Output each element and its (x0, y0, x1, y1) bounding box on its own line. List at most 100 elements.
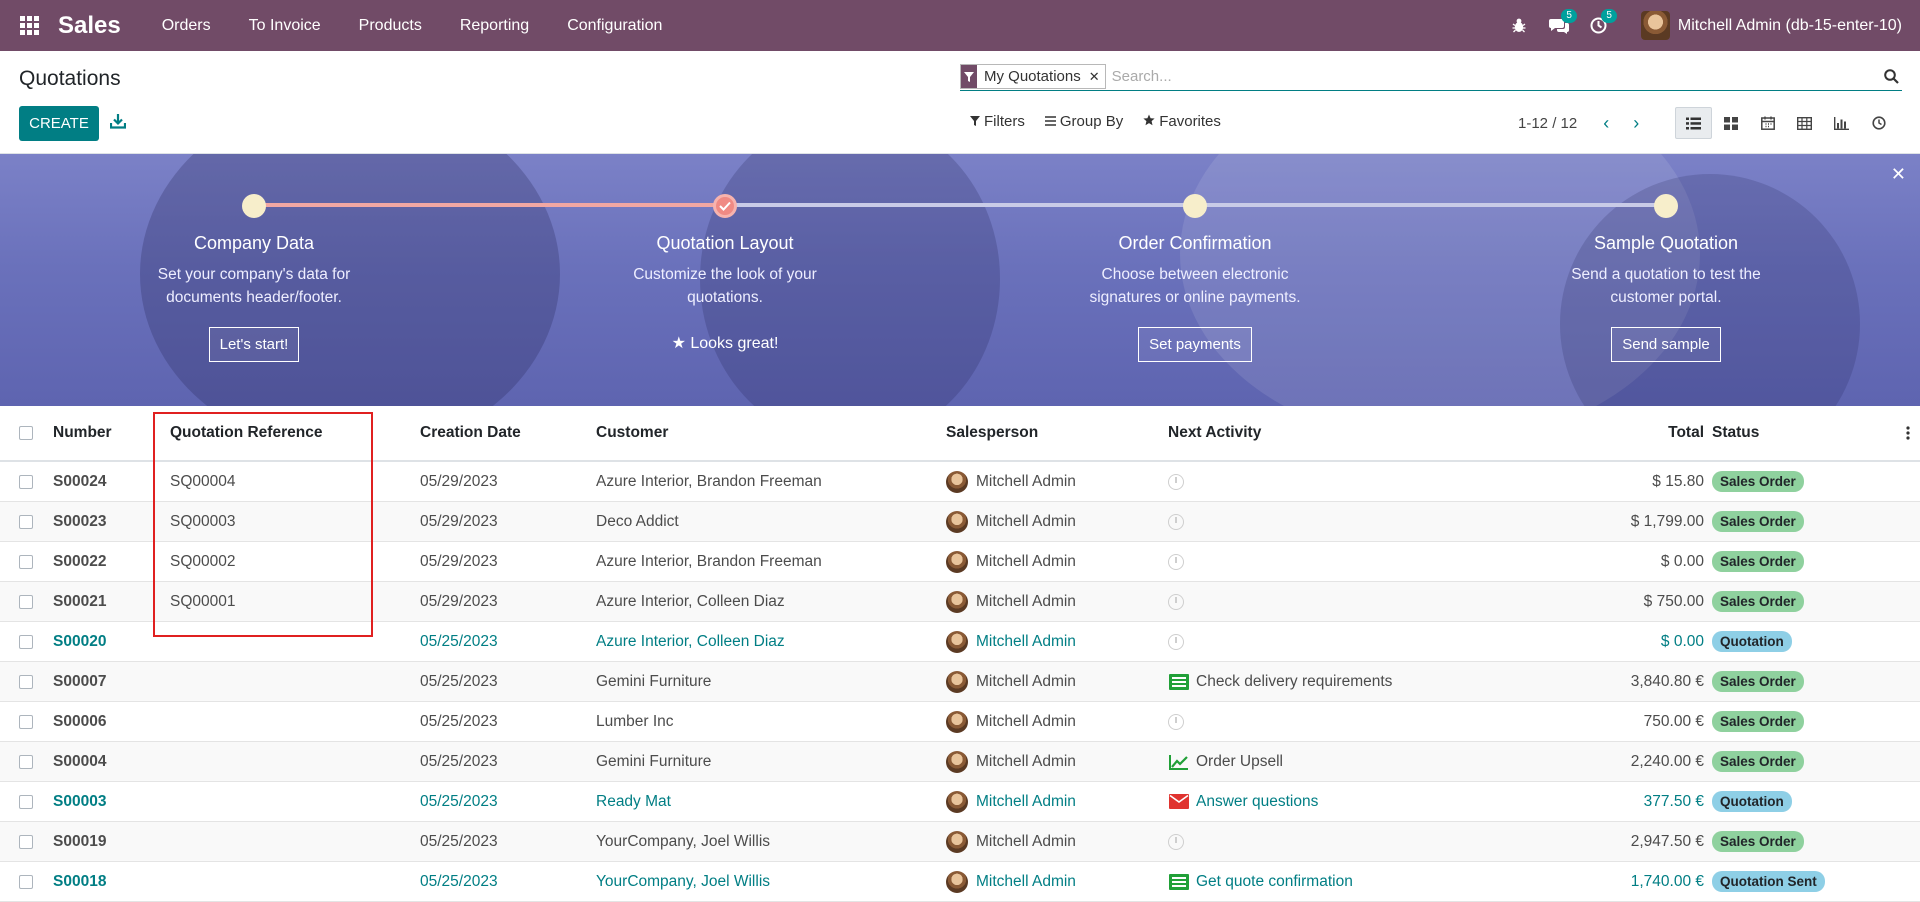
cell-total[interactable]: $ 0.00 (1661, 542, 1704, 581)
search-icon[interactable] (1880, 66, 1902, 88)
row-checkbox[interactable] (19, 782, 33, 821)
cell-total[interactable]: 2,240.00 € (1631, 742, 1704, 781)
table-row[interactable]: S00019 05/25/2023 YourCompany, Joel Willis… (0, 822, 1920, 862)
apps-menu-icon[interactable] (0, 0, 58, 51)
activity-chart-icon[interactable] (1168, 753, 1190, 771)
cell-salesperson[interactable]: Mitchell Admin (946, 782, 1076, 821)
cell-total[interactable]: 377.50 € (1644, 782, 1704, 821)
activity-clock-icon[interactable] (1168, 833, 1184, 850)
cell-creation-date[interactable]: 05/25/2023 (420, 702, 498, 741)
cell-next-activity[interactable] (1168, 542, 1184, 581)
cell-number[interactable]: S00003 (53, 782, 106, 821)
messages-icon[interactable]: 5 (1539, 0, 1579, 51)
activity-clock-icon[interactable] (1168, 593, 1184, 610)
activity-clock-icon[interactable] (1168, 473, 1184, 490)
app-brand[interactable]: Sales (58, 12, 121, 40)
header-next-activity[interactable]: Next Activity (1168, 406, 1261, 460)
cell-next-activity[interactable] (1168, 462, 1184, 501)
cell-status[interactable]: Sales Order (1712, 702, 1804, 741)
header-salesperson[interactable]: Salesperson (946, 406, 1038, 460)
cell-status[interactable]: Sales Order (1712, 742, 1804, 781)
cell-next-activity[interactable] (1168, 502, 1184, 541)
set-payments-button[interactable]: Set payments (1138, 327, 1252, 362)
groupby-dropdown[interactable]: Group By (1044, 113, 1123, 130)
table-row[interactable]: S00024 SQ00004 05/29/2023 Azure Interior, B… (0, 462, 1920, 502)
cell-next-activity[interactable]: Get quote confirmation (1168, 862, 1353, 901)
cell-customer[interactable]: Azure Interior, Colleen Diaz (596, 622, 785, 661)
cell-status[interactable]: Sales Order (1712, 582, 1804, 621)
cell-next-activity[interactable]: Answer questions (1168, 782, 1318, 821)
cell-salesperson[interactable]: Mitchell Admin (946, 742, 1076, 781)
cell-number[interactable]: S00007 (53, 662, 106, 701)
cell-total[interactable]: 750.00 € (1644, 702, 1704, 741)
table-row[interactable]: S00006 05/25/2023 Lumber Inc Mitchell Admin… (0, 702, 1920, 742)
cell-total[interactable]: $ 15.80 (1652, 462, 1704, 501)
favorites-dropdown[interactable]: Favorites (1143, 113, 1221, 130)
cell-total[interactable]: 1,740.00 € (1631, 862, 1704, 901)
cell-number[interactable]: S00019 (53, 822, 106, 861)
cell-number[interactable]: S00023 (53, 502, 106, 541)
cell-total[interactable]: 2,947.50 € (1631, 822, 1704, 861)
table-row[interactable]: S00022 SQ00002 05/29/2023 Azure Interior, B… (0, 542, 1920, 582)
cell-status[interactable]: Sales Order (1712, 822, 1804, 861)
optional-columns-icon[interactable] (1906, 406, 1910, 460)
header-creation-date[interactable]: Creation Date (420, 406, 521, 460)
cell-creation-date[interactable]: 05/25/2023 (420, 782, 498, 821)
cell-customer[interactable]: Azure Interior, Brandon Freeman (596, 542, 822, 581)
cell-number[interactable]: S00004 (53, 742, 106, 781)
cell-customer[interactable]: YourCompany, Joel Willis (596, 822, 770, 861)
cell-salesperson[interactable]: Mitchell Admin (946, 582, 1076, 621)
cell-next-activity[interactable] (1168, 582, 1184, 621)
cell-salesperson[interactable]: Mitchell Admin (946, 462, 1076, 501)
cell-status[interactable]: Sales Order (1712, 542, 1804, 581)
cell-creation-date[interactable]: 05/25/2023 (420, 622, 498, 661)
graph-view-icon[interactable] (1823, 107, 1860, 139)
select-all-checkbox[interactable] (19, 406, 33, 460)
cell-number[interactable]: S00006 (53, 702, 106, 741)
facet-close-icon[interactable]: ✕ (1087, 69, 1105, 85)
cell-status[interactable]: Sales Order (1712, 502, 1804, 541)
table-row[interactable]: S00018 05/25/2023 YourCompany, Joel Willis… (0, 862, 1920, 902)
table-row[interactable]: S00020 05/25/2023 Azure Interior, Colleen … (0, 622, 1920, 662)
cell-status[interactable]: Quotation (1712, 622, 1792, 661)
pager-previous-icon[interactable]: ‹ (1591, 113, 1621, 134)
activity-clock-icon[interactable] (1168, 553, 1184, 570)
cell-salesperson[interactable]: Mitchell Admin (946, 862, 1076, 901)
menu-reporting[interactable]: Reporting (441, 0, 548, 51)
cell-creation-date[interactable]: 05/29/2023 (420, 462, 498, 501)
cell-customer[interactable]: Azure Interior, Colleen Diaz (596, 582, 785, 621)
header-customer[interactable]: Customer (596, 406, 668, 460)
list-view-icon[interactable] (1675, 107, 1712, 139)
cell-next-activity[interactable]: Order Upsell (1168, 742, 1283, 781)
cell-status[interactable]: Quotation Sent (1712, 862, 1825, 901)
row-checkbox[interactable] (19, 742, 33, 781)
lets-start-button[interactable]: Let's start! (208, 327, 300, 362)
cell-number[interactable]: S00024 (53, 462, 106, 501)
cell-number[interactable]: S00021 (53, 582, 106, 621)
cell-salesperson[interactable]: Mitchell Admin (946, 702, 1076, 741)
activity-clock-icon[interactable] (1168, 713, 1184, 730)
cell-creation-date[interactable]: 05/25/2023 (420, 822, 498, 861)
header-number[interactable]: Number (53, 406, 112, 460)
cell-creation-date[interactable]: 05/29/2023 (420, 582, 498, 621)
table-row[interactable]: S00004 05/25/2023 Gemini Furniture Mitchell… (0, 742, 1920, 782)
cell-number[interactable]: S00022 (53, 542, 106, 581)
cell-creation-date[interactable]: 05/25/2023 (420, 742, 498, 781)
row-checkbox[interactable] (19, 622, 33, 661)
debug-bug-icon[interactable] (1499, 0, 1539, 51)
cell-creation-date[interactable]: 05/25/2023 (420, 862, 498, 901)
cell-customer[interactable]: Gemini Furniture (596, 662, 711, 701)
cell-status[interactable]: Quotation (1712, 782, 1792, 821)
row-checkbox[interactable] (19, 662, 33, 701)
activity-clock-icon[interactable] (1168, 633, 1184, 650)
cell-total[interactable]: $ 1,799.00 (1631, 502, 1704, 541)
calendar-view-icon[interactable] (1749, 107, 1786, 139)
cell-customer[interactable]: Ready Mat (596, 782, 671, 821)
cell-creation-date[interactable]: 05/25/2023 (420, 662, 498, 701)
send-sample-button[interactable]: Send sample (1611, 327, 1721, 362)
table-row[interactable]: S00021 SQ00001 05/29/2023 Azure Interior, C… (0, 582, 1920, 622)
cell-total[interactable]: 3,840.80 € (1631, 662, 1704, 701)
row-checkbox[interactable] (19, 822, 33, 861)
cell-customer[interactable]: YourCompany, Joel Willis (596, 862, 770, 901)
pivot-view-icon[interactable] (1786, 107, 1823, 139)
